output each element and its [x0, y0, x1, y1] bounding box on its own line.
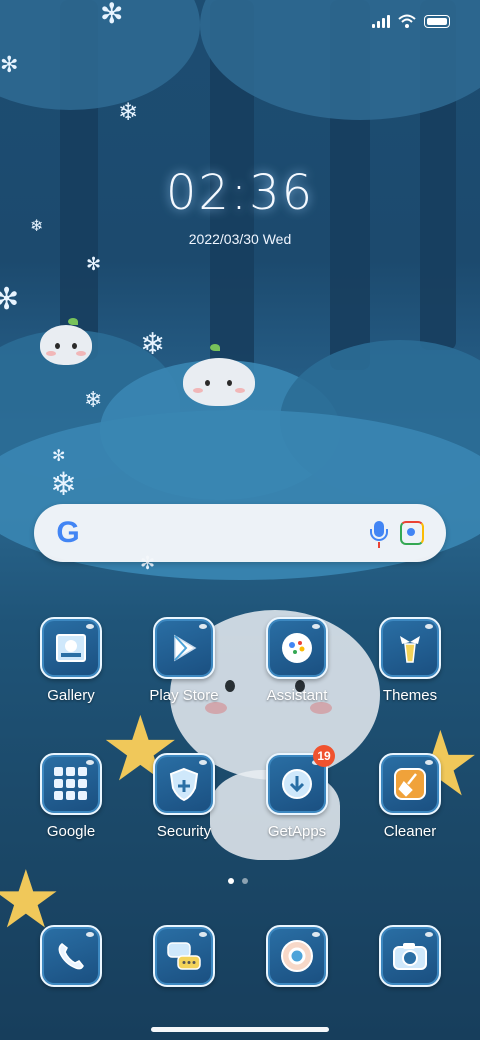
mic-icon[interactable] — [370, 521, 388, 541]
assistant-icon — [268, 619, 326, 677]
status-bar — [372, 14, 450, 28]
app-label: GetApps — [267, 823, 327, 840]
dock-messages[interactable] — [134, 925, 234, 987]
app-label: Themes — [382, 687, 438, 704]
app-security[interactable]: Security — [134, 753, 234, 840]
app-label: Cleaner — [383, 823, 437, 840]
phone-icon — [42, 927, 100, 985]
app-label: Security — [156, 823, 212, 840]
app-assistant[interactable]: Assistant — [247, 617, 347, 704]
battery-icon — [424, 14, 450, 28]
app-google-folder[interactable]: Google — [21, 753, 121, 840]
cleaner-icon — [381, 755, 439, 813]
camera-icon — [381, 927, 439, 985]
messages-icon — [155, 927, 213, 985]
app-cleaner[interactable]: Cleaner — [360, 753, 460, 840]
app-gallery[interactable]: Gallery — [21, 617, 121, 704]
app-label: Assistant — [266, 687, 328, 704]
app-label: Play Store — [149, 687, 219, 704]
app-label: Google — [46, 823, 96, 840]
security-icon — [155, 755, 213, 813]
chrome-icon — [268, 927, 326, 985]
notification-badge: 19 — [313, 745, 335, 767]
google-search-bar[interactable]: G — [34, 504, 446, 562]
google-logo-icon: G — [56, 516, 80, 549]
wifi-icon — [398, 14, 416, 28]
clock-date: 2022/03/30 Wed — [188, 231, 292, 247]
app-getapps[interactable]: 19 GetApps — [247, 745, 347, 840]
app-play-store[interactable]: Play Store — [134, 617, 234, 704]
signal-icon — [372, 14, 390, 28]
clock-time[interactable]: 02:36 — [0, 165, 480, 221]
page-dot — [242, 878, 248, 884]
lens-icon[interactable] — [400, 521, 424, 545]
dock-camera[interactable] — [360, 925, 460, 987]
dock-chrome[interactable] — [247, 925, 347, 987]
play-store-icon — [155, 619, 213, 677]
page-dot-current — [228, 878, 234, 884]
dock-phone[interactable] — [21, 925, 121, 987]
page-indicator — [228, 878, 248, 884]
gesture-nav-bar[interactable] — [151, 1027, 329, 1032]
app-themes[interactable]: Themes — [360, 617, 460, 704]
google-folder-icon — [42, 755, 100, 813]
app-label: Gallery — [47, 687, 95, 704]
themes-icon — [381, 619, 439, 677]
gallery-icon — [42, 619, 100, 677]
